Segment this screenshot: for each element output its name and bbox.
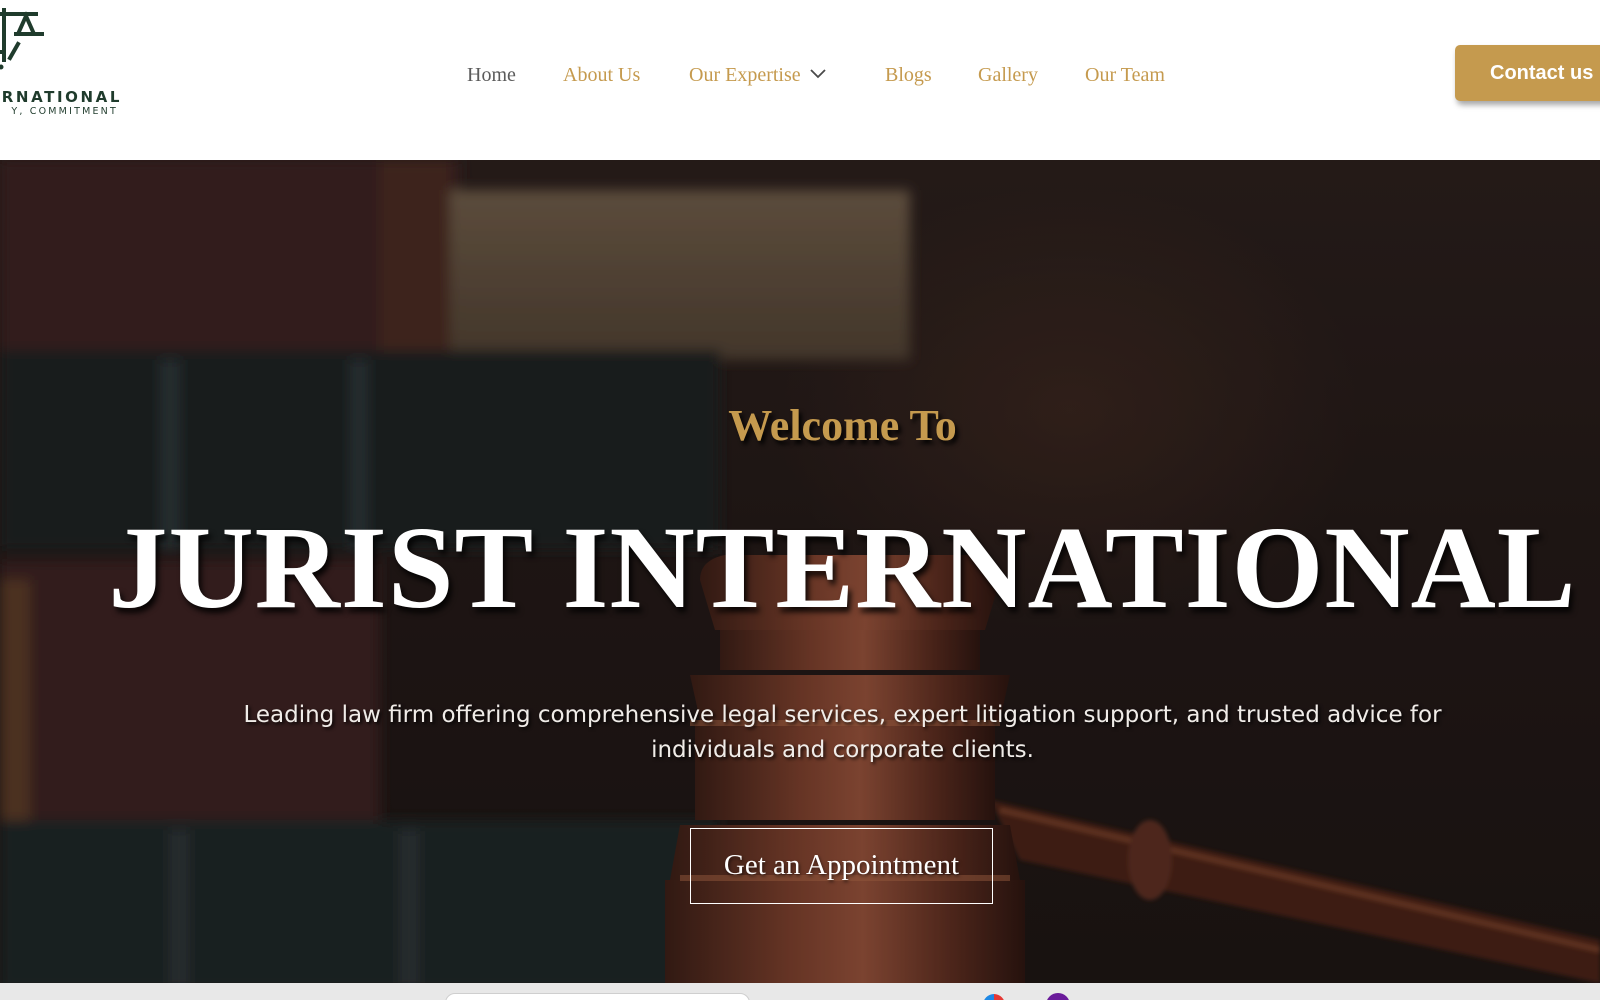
- app-icon[interactable]: [1046, 993, 1070, 1000]
- hero-section: Welcome To JURIST INTERNATIONAL Leading …: [0, 160, 1600, 983]
- taskbar-search-field[interactable]: [445, 993, 750, 1000]
- nav-about-us[interactable]: About Us: [563, 60, 640, 90]
- browser-app-icon[interactable]: [983, 994, 1005, 1000]
- nav-our-expertise[interactable]: Our Expertise: [689, 60, 827, 90]
- scales-of-justice-icon: [0, 8, 44, 70]
- nav-gallery[interactable]: Gallery: [978, 60, 1038, 90]
- get-appointment-button[interactable]: Get an Appointment: [690, 828, 993, 904]
- nav-our-expertise-label: Our Expertise: [689, 64, 801, 86]
- hero-description: Leading law firm offering comprehensive …: [243, 702, 1442, 763]
- chevron-down-icon: [809, 59, 827, 89]
- logo-tagline: Y, COMMITMENT: [11, 106, 118, 117]
- nav-home[interactable]: Home: [467, 60, 516, 90]
- browser-bottom-bar: [0, 983, 1600, 1000]
- nav-blogs[interactable]: Blogs: [885, 60, 932, 90]
- hero-title: JURIST INTERNATIONAL: [108, 502, 1577, 633]
- brand-logo[interactable]: RNATIONAL Y, COMMITMENT: [0, 0, 130, 125]
- hero-welcome-text: Welcome To: [728, 401, 957, 450]
- logo-brand-name: RNATIONAL: [1, 88, 122, 106]
- nav-our-team[interactable]: Our Team: [1085, 60, 1165, 90]
- site-header: RNATIONAL Y, COMMITMENT Home About Us Ou…: [0, 0, 1600, 160]
- contact-us-button[interactable]: Contact us: [1455, 45, 1600, 101]
